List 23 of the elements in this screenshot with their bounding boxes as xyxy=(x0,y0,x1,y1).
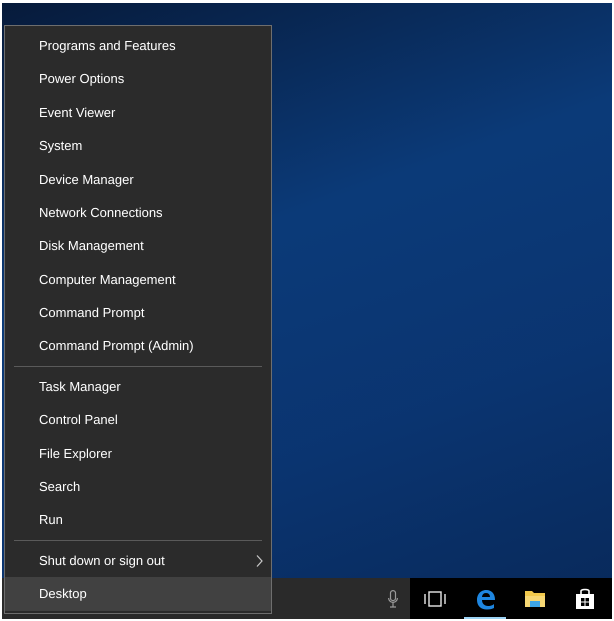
folder-icon[interactable] xyxy=(524,590,546,608)
menu-item[interactable]: Command Prompt xyxy=(5,296,271,330)
menu-item[interactable]: Control Panel xyxy=(5,403,271,437)
shopping-bag-icon[interactable] xyxy=(575,588,595,610)
menu-item[interactable]: Power Options xyxy=(5,62,271,96)
chevron-right-icon xyxy=(256,554,263,567)
menu-item[interactable]: Computer Management xyxy=(5,262,271,296)
menu-item[interactable]: Programs and Features xyxy=(5,29,271,62)
menu-item[interactable]: Search xyxy=(5,470,271,504)
menu-item[interactable]: Command Prompt (Admin) xyxy=(5,330,271,363)
menu-item[interactable]: Task Manager xyxy=(5,370,271,404)
microphone-icon[interactable] xyxy=(388,590,398,608)
letter-e-icon[interactable] xyxy=(474,588,496,610)
menu-item[interactable]: System xyxy=(5,129,271,163)
menu-item[interactable]: Desktop xyxy=(5,577,271,611)
task-view-icon[interactable] xyxy=(424,590,446,606)
menu-item[interactable]: Event Viewer xyxy=(5,96,271,130)
menu-item[interactable]: Disk Management xyxy=(5,229,271,263)
menu-item[interactable]: Network Connections xyxy=(5,196,271,230)
menu-item[interactable]: File Explorer xyxy=(5,436,271,470)
menu-item[interactable]: Shut down or sign out xyxy=(5,544,271,578)
menu-item[interactable]: Run xyxy=(5,503,271,537)
menu-item[interactable]: Device Manager xyxy=(5,162,271,196)
